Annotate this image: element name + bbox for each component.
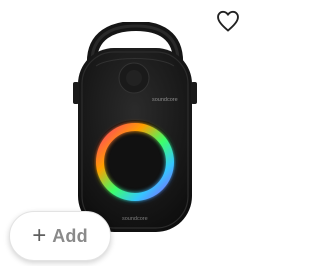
add-to-cart-button[interactable]: + Add <box>9 211 111 261</box>
favorite-button[interactable] <box>214 8 242 34</box>
speaker-illustration: soundcore soundcore <box>73 20 197 232</box>
svg-text:soundcore: soundcore <box>122 216 148 222</box>
plus-icon: + <box>32 222 47 249</box>
add-button-label: Add <box>52 225 88 246</box>
svg-text:soundcore: soundcore <box>152 97 178 103</box>
product-image[interactable]: soundcore soundcore <box>70 20 200 236</box>
heart-outline-icon <box>217 10 239 32</box>
